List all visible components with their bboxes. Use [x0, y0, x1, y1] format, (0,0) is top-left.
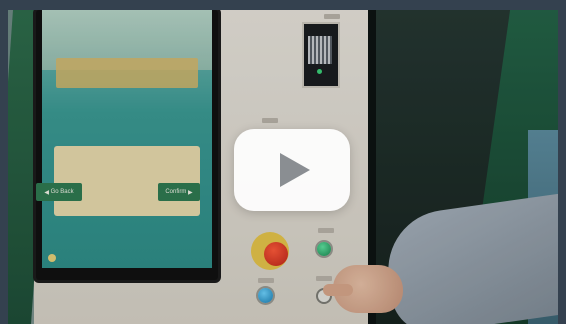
- video-embed-frame: ◀ Go Back Confirm ▶: [0, 0, 566, 324]
- play-icon: [280, 153, 310, 187]
- youtube-play-button[interactable]: [234, 129, 350, 211]
